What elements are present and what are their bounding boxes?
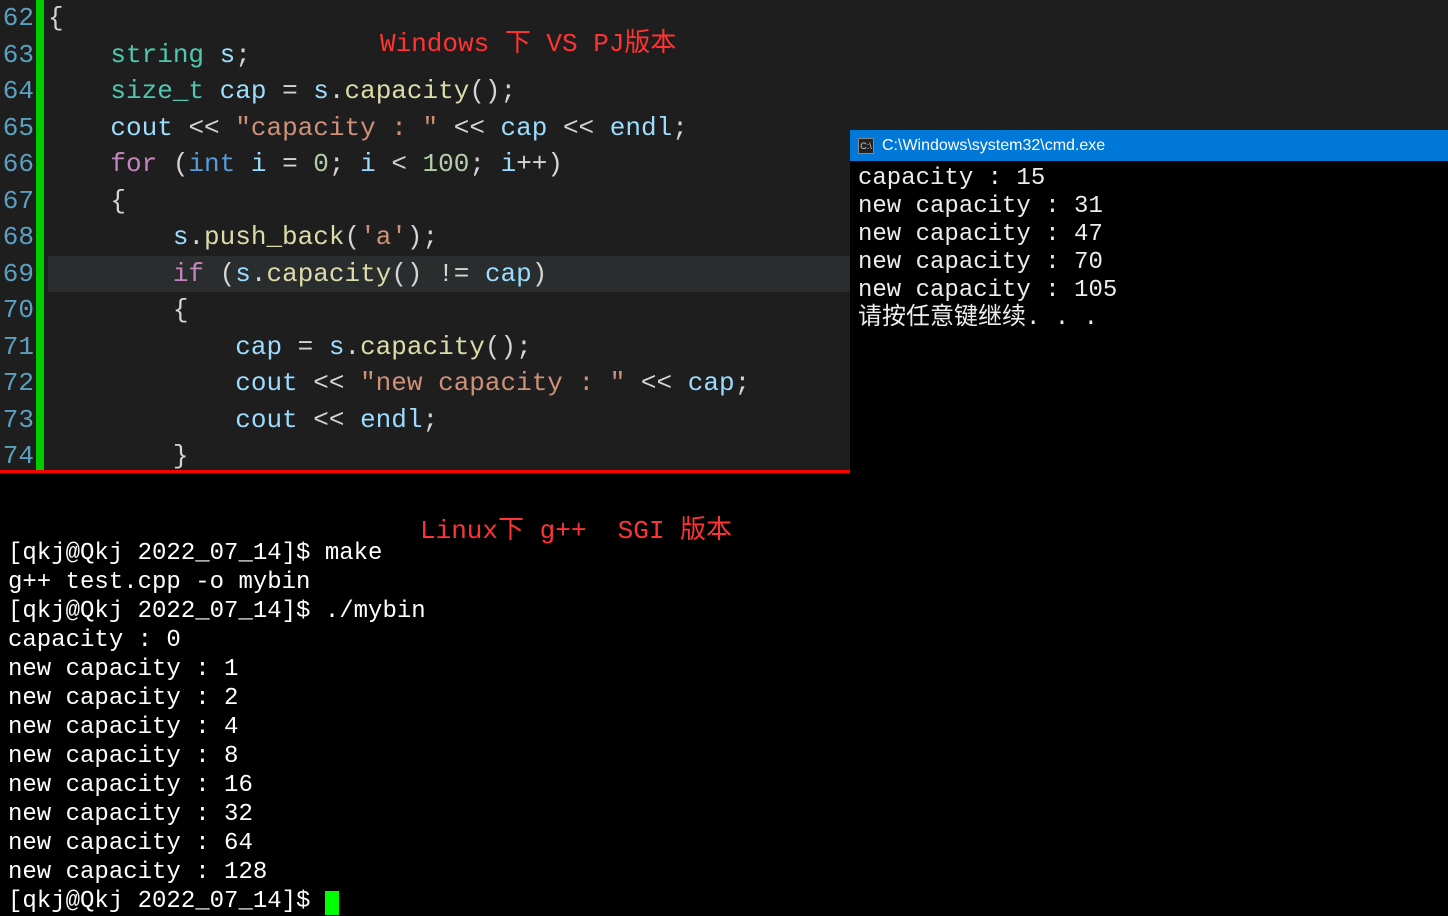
annotation-linux-gpp: Linux下 g++ SGI 版本 [420, 517, 732, 546]
terminal-line: new capacity : 128 [8, 858, 1440, 887]
cmd-output-line: capacity : 15 [858, 165, 1440, 193]
line-number: 65 [0, 110, 34, 147]
line-number: 64 [0, 73, 34, 110]
cmd-title-text: C:\Windows\system32\cmd.exe [882, 137, 1105, 155]
terminal-line: new capacity : 64 [8, 829, 1440, 858]
cmd-output-line: new capacity : 70 [858, 249, 1440, 277]
line-number: 67 [0, 183, 34, 220]
line-number-gutter: 62636465666768697071727374 [0, 0, 36, 470]
terminal-line: new capacity : 16 [8, 771, 1440, 800]
line-number: 62 [0, 0, 34, 37]
terminal-line: new capacity : 2 [8, 684, 1440, 713]
cmd-icon: C:\ [858, 138, 874, 154]
cmd-output-line: new capacity : 31 [858, 193, 1440, 221]
terminal-cursor [325, 891, 339, 915]
cmd-output[interactable]: capacity : 15new capacity : 31new capaci… [850, 161, 1448, 337]
change-marker-strip [36, 0, 44, 470]
line-number: 69 [0, 256, 34, 293]
line-number: 68 [0, 219, 34, 256]
terminal-line: g++ test.cpp -o mybin [8, 568, 1440, 597]
line-number: 74 [0, 438, 34, 475]
terminal-line: new capacity : 32 [8, 800, 1440, 829]
code-line[interactable]: string s; [48, 37, 1448, 74]
code-line[interactable]: { [48, 0, 1448, 37]
line-number: 70 [0, 292, 34, 329]
cmd-titlebar[interactable]: C:\ C:\Windows\system32\cmd.exe [850, 131, 1448, 161]
cmd-window[interactable]: C:\ C:\Windows\system32\cmd.exe capacity… [850, 130, 1448, 473]
line-number: 71 [0, 329, 34, 366]
terminal-line: capacity : 0 [8, 626, 1440, 655]
line-number: 73 [0, 402, 34, 439]
annotation-windows-vs: Windows 下 VS PJ版本 [380, 22, 676, 59]
line-number: 66 [0, 146, 34, 183]
line-number: 63 [0, 37, 34, 74]
cmd-output-line: new capacity : 105 [858, 277, 1440, 305]
terminal-line: new capacity : 1 [8, 655, 1440, 684]
cmd-output-line: new capacity : 47 [858, 221, 1440, 249]
terminal-line: new capacity : 8 [8, 742, 1440, 771]
code-editor-pane[interactable]: 62636465666768697071727374 { string s; s… [0, 0, 1448, 473]
terminal-line: [qkj@Qkj 2022_07_14]$ [8, 887, 1440, 916]
code-line[interactable]: size_t cap = s.capacity(); [48, 73, 1448, 110]
terminal-line: new capacity : 4 [8, 713, 1440, 742]
terminal-line: [qkj@Qkj 2022_07_14]$ ./mybin [8, 597, 1440, 626]
cmd-output-line: 请按任意键继续. . . [858, 305, 1440, 333]
line-number: 72 [0, 365, 34, 402]
linux-terminal[interactable]: Linux下 g++ SGI 版本 [qkj@Qkj 2022_07_14]$ … [0, 473, 1448, 897]
